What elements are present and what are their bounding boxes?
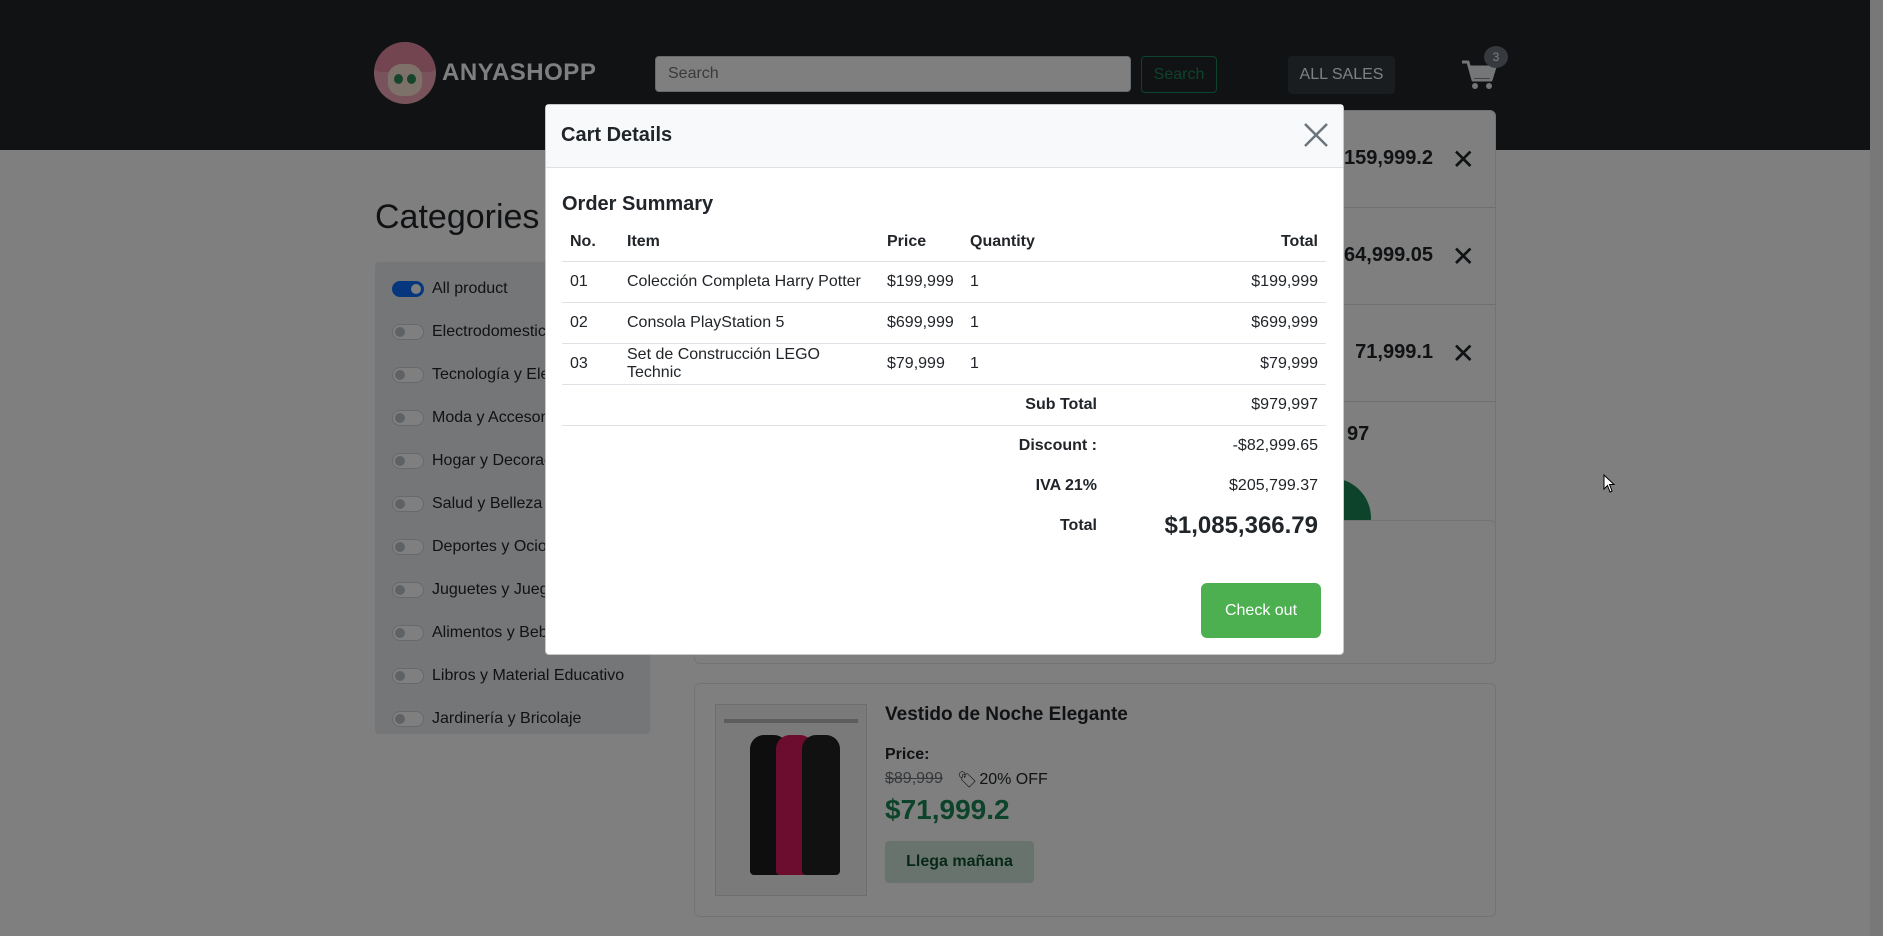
total-label: Total <box>1059 517 1097 534</box>
column-header-quantity: Quantity <box>962 223 1105 262</box>
order-summary-title: Order Summary <box>562 193 714 215</box>
table-row: 02 Consola PlayStation 5 $699,999 1 $699… <box>562 302 1326 344</box>
discount-label: Discount : <box>1018 437 1097 454</box>
iva-value: $205,799.37 <box>1229 477 1318 494</box>
column-header-item: Item <box>619 223 879 262</box>
subtotal-row: Sub Total $979,997 <box>562 384 1326 426</box>
column-header-no: No. <box>562 223 619 262</box>
order-table: No. Item Price Quantity Total 01 Colecci… <box>562 223 1326 546</box>
total-row: Total $1,085,366.79 <box>562 506 1326 546</box>
close-icon[interactable] <box>1300 119 1332 151</box>
table-row: 03 Set de Construcción LEGO Technic $79,… <box>562 343 1326 385</box>
mouse-cursor-icon <box>1603 474 1616 493</box>
subtotal-label: Sub Total <box>962 384 1105 426</box>
table-header-row: No. Item Price Quantity Total <box>562 223 1326 262</box>
discount-row: Discount : -$82,999.65 <box>562 426 1326 467</box>
grand-total-value: $1,085,366.79 <box>1164 512 1318 539</box>
iva-label: IVA 21% <box>1035 477 1097 494</box>
discount-value: -$82,999.65 <box>1232 437 1318 454</box>
modal-header: Cart Details <box>546 105 1343 168</box>
column-header-total: Total <box>1105 223 1326 262</box>
table-row: 01 Colección Completa Harry Potter $199,… <box>562 261 1326 303</box>
subtotal-value: $979,997 <box>1105 384 1326 426</box>
modal-title: Cart Details <box>561 124 673 146</box>
iva-row: IVA 21% $205,799.37 <box>562 466 1326 506</box>
column-header-price: Price <box>879 223 962 262</box>
cart-details-modal: Cart Details Order Summary No. Item Pric… <box>545 104 1344 655</box>
checkout-button[interactable]: Check out <box>1201 583 1321 638</box>
